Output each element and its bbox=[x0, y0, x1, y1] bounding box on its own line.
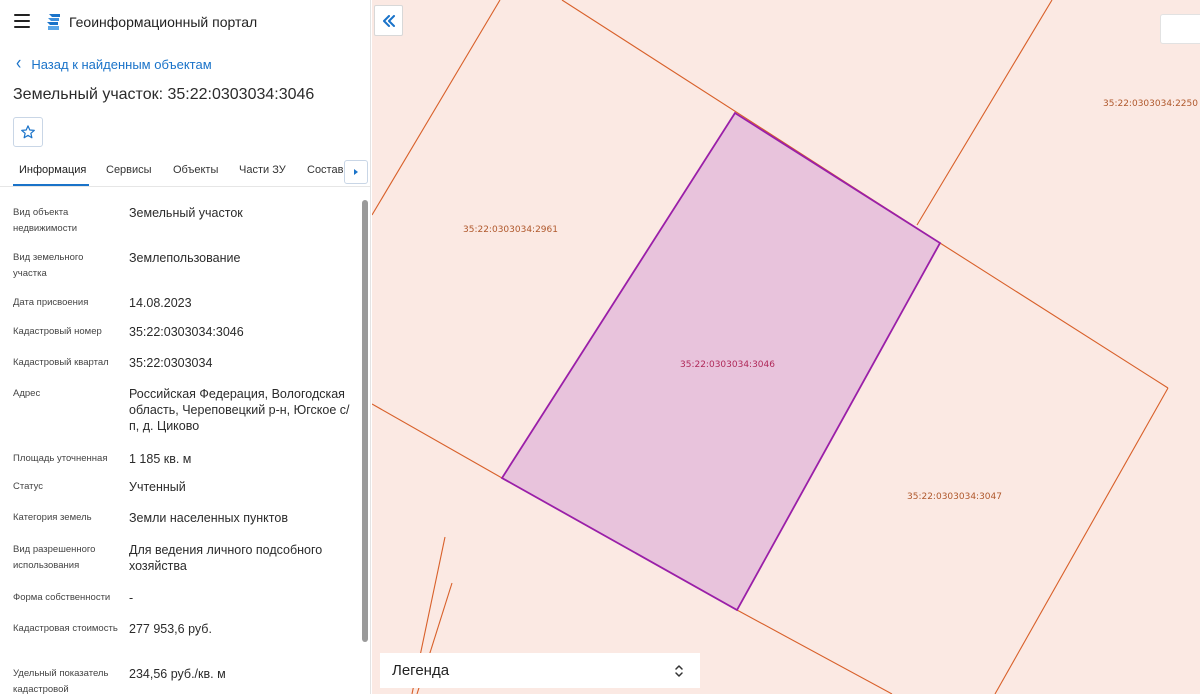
tab-information[interactable]: Информация bbox=[19, 164, 86, 176]
chevron-up-down-icon bbox=[675, 664, 683, 677]
map-canvas[interactable]: 35:22:0303034:2250 35:22:0303034:2961 35… bbox=[372, 0, 1200, 694]
parcel-boundary bbox=[994, 387, 1169, 694]
active-tab-indicator bbox=[13, 184, 89, 186]
chevron-left-icon: ‹ bbox=[16, 53, 22, 74]
parcel-boundary bbox=[736, 609, 893, 694]
selected-parcel-label: 35:22:0303034:3046 bbox=[680, 360, 775, 370]
property-value: 277 953,6 руб. bbox=[129, 622, 212, 636]
property-value: 14.08.2023 bbox=[129, 296, 192, 310]
tab-services[interactable]: Сервисы bbox=[106, 164, 152, 176]
collapse-panel-button[interactable] bbox=[374, 5, 403, 36]
parcel-boundary bbox=[939, 242, 1169, 389]
property-value: - bbox=[129, 591, 134, 605]
caret-right-icon bbox=[354, 169, 358, 175]
hamburger-icon[interactable] bbox=[14, 14, 30, 28]
property-list: Вид объекта недвижимости Земельный участ… bbox=[0, 195, 360, 694]
property-label: Категория земель bbox=[13, 512, 92, 523]
tab-bar: Информация Сервисы Объекты Части ЗУ Сост… bbox=[0, 156, 370, 187]
property-label: Адрес bbox=[13, 388, 41, 399]
property-label: Кадастровый номер bbox=[13, 326, 102, 337]
property-label: Вид разрешенного использования bbox=[13, 544, 96, 571]
scrollbar-thumb[interactable] bbox=[362, 200, 368, 642]
map-tool-button[interactable] bbox=[1160, 14, 1200, 44]
top-bar: Геоинформационный портал bbox=[0, 0, 370, 44]
property-label: Статус bbox=[13, 481, 44, 492]
property-value: Российская Федерация, Вологодская област… bbox=[129, 387, 350, 433]
property-value: Земельный участок bbox=[129, 206, 243, 220]
property-label: Форма собственности bbox=[13, 592, 111, 603]
property-label: Кадастровый квартал bbox=[13, 357, 109, 368]
property-value: Землепользование bbox=[129, 251, 241, 265]
back-link-label: Назад к найденным объектам bbox=[31, 56, 212, 72]
tabs-scroll-right-button[interactable] bbox=[344, 160, 368, 184]
info-panel: Геоинформационный портал ‹ Назад к найде… bbox=[0, 0, 371, 694]
property-value: 35:22:0303034 bbox=[129, 356, 213, 370]
parcel-boundary bbox=[372, 403, 503, 479]
tab-parcel-parts[interactable]: Части ЗУ bbox=[239, 164, 286, 176]
property-label: Дата присвоения bbox=[13, 297, 89, 308]
property-value: 234,56 руб./кв. м bbox=[129, 667, 226, 681]
parcel-label: 35:22:0303034:2961 bbox=[463, 225, 558, 235]
property-value: Для ведения личного подсобного хозяйства bbox=[129, 543, 323, 573]
legend-panel[interactable]: Легенда bbox=[380, 653, 700, 688]
app-title: Геоинформационный портал bbox=[69, 14, 258, 30]
parcel-label: 35:22:0303034:2250 bbox=[1103, 99, 1198, 109]
back-to-results-link[interactable]: ‹ Назад к найденным объектам bbox=[16, 53, 212, 74]
star-outline-icon bbox=[21, 125, 35, 139]
property-value: 35:22:0303034:3046 bbox=[129, 325, 244, 339]
favorite-button[interactable] bbox=[13, 117, 43, 147]
property-value: Земли населенных пунктов bbox=[129, 511, 288, 525]
property-label: Кадастровая стоимость bbox=[13, 623, 118, 634]
property-label: Площадь уточненная bbox=[13, 453, 108, 464]
tab-objects[interactable]: Объекты bbox=[173, 164, 218, 176]
parcel-label: 35:22:0303034:3047 bbox=[907, 492, 1002, 502]
legend-label: Легенда bbox=[392, 662, 450, 679]
parcel-boundary bbox=[916, 0, 1053, 226]
tab-composition[interactable]: Состав bbox=[307, 164, 343, 176]
property-label: Удельный показатель кадастровой bbox=[13, 668, 109, 694]
cadastral-map: 35:22:0303034:2250 35:22:0303034:2961 35… bbox=[372, 0, 1198, 694]
page-title: Земельный участок: 35:22:0303034:3046 bbox=[13, 86, 315, 103]
property-value: Учтенный bbox=[129, 480, 186, 494]
property-label: Вид объекта недвижимости bbox=[13, 207, 78, 234]
property-label: Вид земельного участка bbox=[13, 252, 84, 279]
portal-logo-icon bbox=[47, 14, 60, 30]
double-chevron-left-icon bbox=[382, 14, 395, 27]
property-value: 1 185 кв. м bbox=[129, 452, 192, 466]
